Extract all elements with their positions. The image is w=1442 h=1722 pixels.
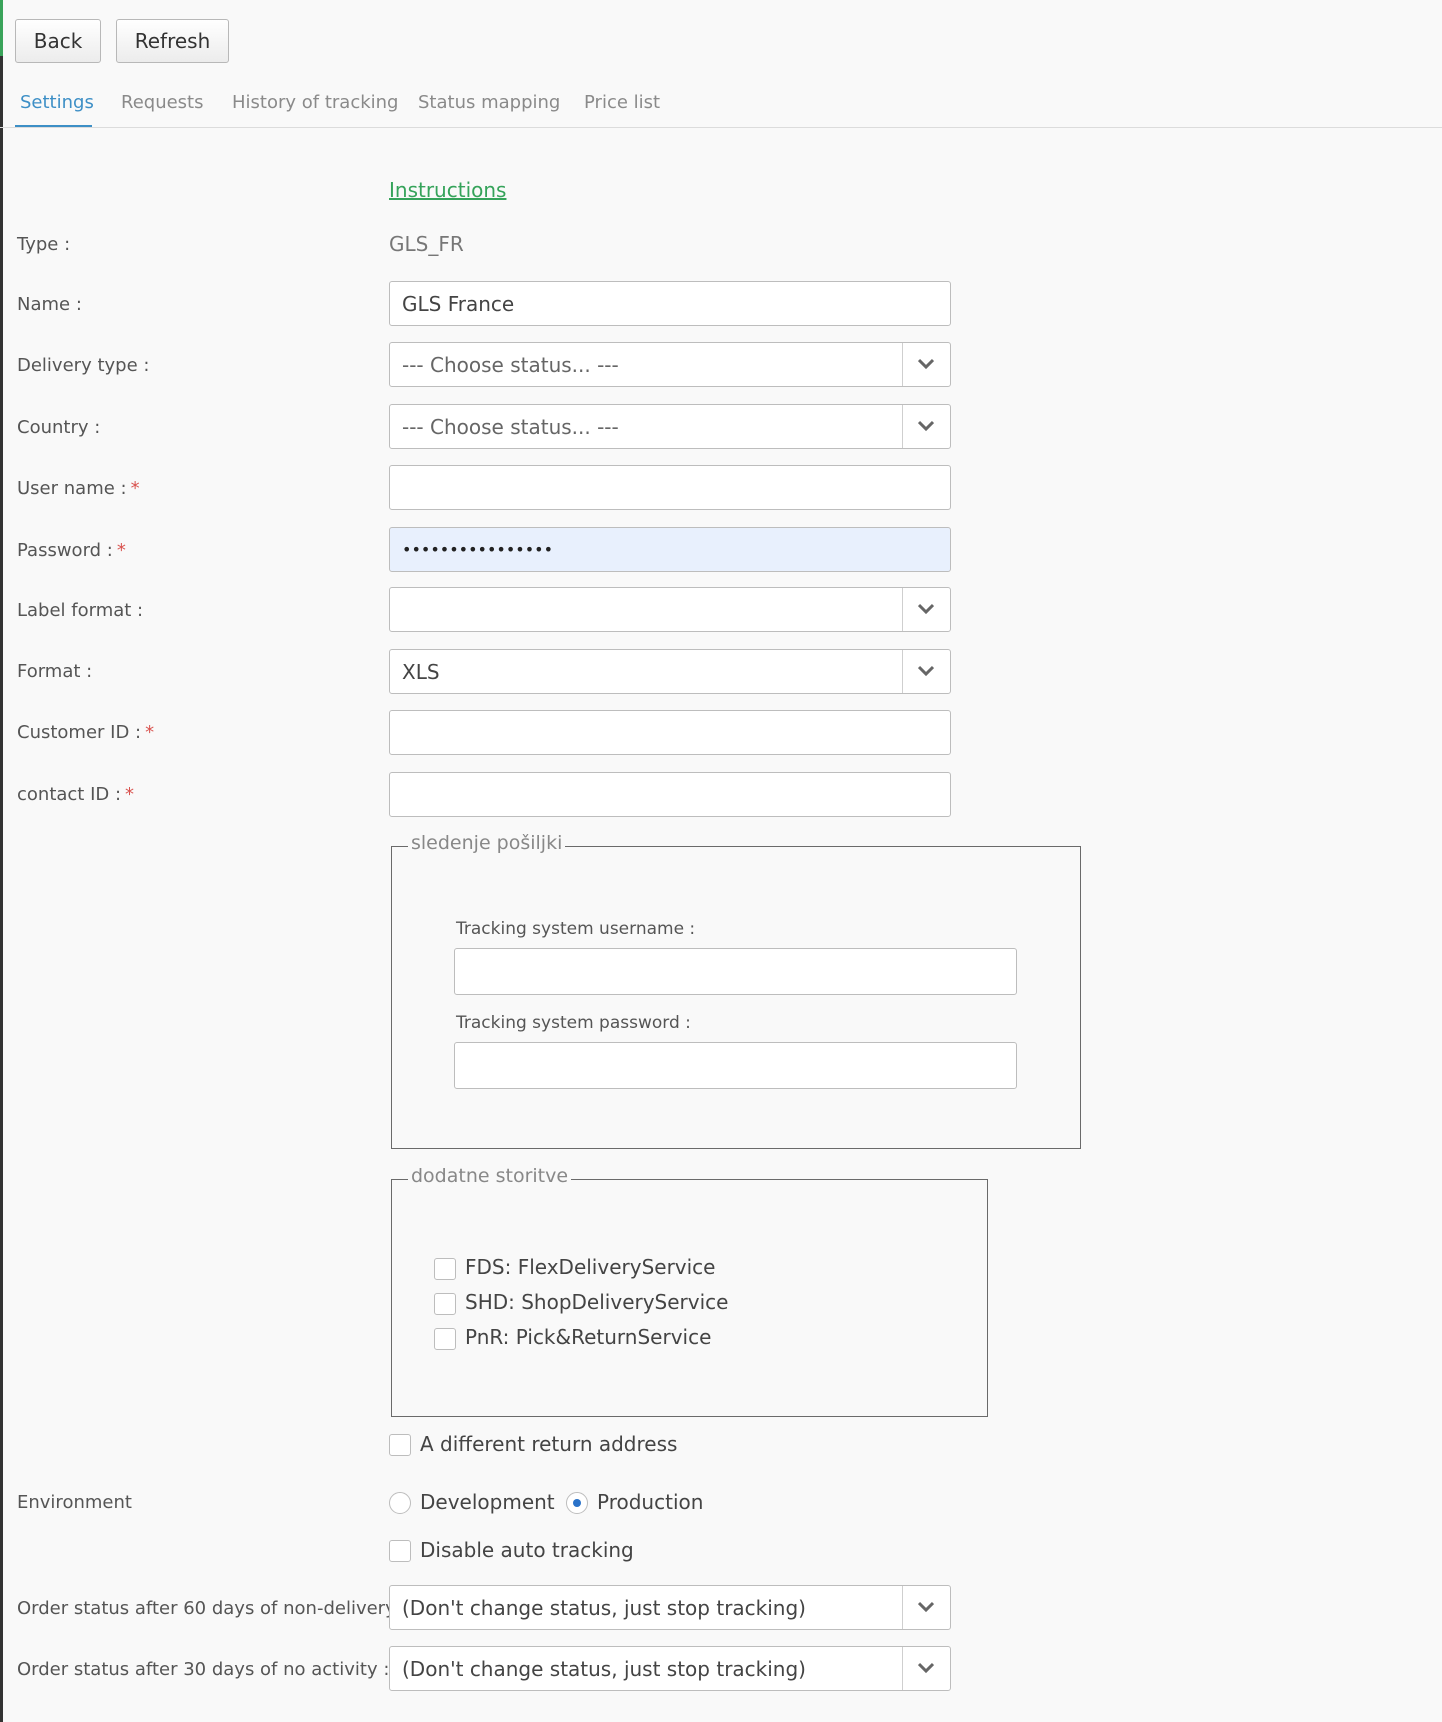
- chevron-down-icon: [918, 1662, 934, 1674]
- required-marker: *: [130, 478, 140, 499]
- password-masked-value: ••••••••••••••••: [402, 540, 553, 559]
- label-format-select[interactable]: [389, 587, 951, 632]
- tab-requests[interactable]: Requests: [121, 92, 204, 113]
- delivery-type-label: Delivery type :: [17, 355, 150, 376]
- tab-price-list[interactable]: Price list: [584, 92, 660, 113]
- customer-id-label-text: Customer ID :: [17, 722, 142, 743]
- environment-label: Environment: [17, 1492, 132, 1513]
- type-label: Type :: [17, 234, 71, 255]
- delivery-type-dropdown-toggle[interactable]: [902, 343, 950, 386]
- status-30-label: Order status after 30 days of no activit…: [17, 1659, 390, 1680]
- tracking-username-input[interactable]: [454, 948, 1017, 995]
- status-30-value: (Don't change status, just stop tracking…: [402, 1657, 806, 1681]
- tracking-fieldset: sledenje pošiljki Tracking system userna…: [391, 832, 1081, 1149]
- contact-id-input[interactable]: [389, 772, 951, 817]
- chevron-down-icon: [918, 665, 934, 677]
- pnr-label: PnR: Pick&ReturnService: [465, 1325, 712, 1349]
- refresh-button[interactable]: Refresh: [116, 19, 229, 63]
- required-marker: *: [125, 784, 135, 805]
- name-input-value: GLS France: [402, 292, 515, 316]
- services-fieldset-legend: dodatne storitve: [408, 1165, 572, 1187]
- tracking-username-label: Tracking system username :: [456, 919, 696, 939]
- required-marker: *: [116, 540, 126, 561]
- required-marker: *: [145, 722, 155, 743]
- country-label: Country :: [17, 417, 101, 438]
- active-tab-indicator: [15, 125, 92, 127]
- disable-auto-tracking-checkbox[interactable]: [389, 1540, 411, 1562]
- contact-id-label: contact ID : *: [17, 784, 134, 805]
- services-fieldset: dodatne storitve FDS: FlexDeliveryServic…: [391, 1165, 988, 1417]
- status-60-dropdown-toggle[interactable]: [902, 1586, 950, 1629]
- delivery-type-select[interactable]: --- Choose status... ---: [389, 342, 951, 387]
- label-format-label: Label format :: [17, 600, 144, 621]
- return-address-label: A different return address: [420, 1432, 678, 1456]
- development-radio[interactable]: [389, 1492, 411, 1514]
- status-30-dropdown-toggle[interactable]: [902, 1647, 950, 1690]
- disable-auto-tracking-label: Disable auto tracking: [420, 1538, 634, 1562]
- return-address-checkbox[interactable]: [389, 1434, 411, 1456]
- chevron-down-icon: [918, 1601, 934, 1613]
- status-60-select[interactable]: (Don't change status, just stop tracking…: [389, 1585, 951, 1630]
- user-name-label-text: User name :: [17, 478, 127, 499]
- status-60-value: (Don't change status, just stop tracking…: [402, 1596, 806, 1620]
- production-radio[interactable]: [566, 1492, 588, 1514]
- back-button[interactable]: Back: [15, 19, 101, 63]
- format-dropdown-toggle[interactable]: [902, 650, 950, 693]
- password-input[interactable]: ••••••••••••••••: [389, 527, 951, 572]
- tab-settings[interactable]: Settings: [20, 92, 94, 113]
- name-label: Name :: [17, 294, 82, 315]
- customer-id-input[interactable]: [389, 710, 951, 755]
- radio-selected-dot: [573, 1499, 581, 1507]
- shd-checkbox[interactable]: [434, 1293, 456, 1315]
- format-value: XLS: [402, 660, 440, 684]
- name-input[interactable]: GLS France: [389, 281, 951, 326]
- tab-status-mapping[interactable]: Status mapping: [418, 92, 560, 113]
- contact-id-label-text: contact ID :: [17, 784, 122, 805]
- tracking-password-label: Tracking system password :: [456, 1013, 691, 1033]
- password-label-text: Password :: [17, 540, 113, 561]
- production-label: Production: [597, 1490, 704, 1514]
- customer-id-label: Customer ID : *: [17, 722, 154, 743]
- user-name-input[interactable]: [389, 465, 951, 510]
- country-dropdown-toggle[interactable]: [902, 405, 950, 448]
- left-border: [0, 0, 3, 1722]
- development-label: Development: [420, 1490, 555, 1514]
- user-name-label: User name : *: [17, 478, 140, 499]
- chevron-down-icon: [918, 603, 934, 615]
- pnr-checkbox[interactable]: [434, 1328, 456, 1350]
- chevron-down-icon: [918, 420, 934, 432]
- tracking-fieldset-legend: sledenje pošiljki: [408, 832, 566, 854]
- chevron-down-icon: [918, 358, 934, 370]
- tab-history-of-tracking[interactable]: History of tracking: [232, 92, 398, 113]
- status-30-select[interactable]: (Don't change status, just stop tracking…: [389, 1646, 951, 1691]
- country-placeholder: --- Choose status... ---: [402, 415, 619, 439]
- format-select[interactable]: XLS: [389, 649, 951, 694]
- tab-bar: Settings Requests History of tracking St…: [0, 82, 1442, 128]
- fds-label: FDS: FlexDeliveryService: [465, 1255, 716, 1279]
- left-accent-bar: [0, 0, 3, 56]
- tracking-password-input[interactable]: [454, 1042, 1017, 1089]
- country-select[interactable]: --- Choose status... ---: [389, 404, 951, 449]
- delivery-type-placeholder: --- Choose status... ---: [402, 353, 619, 377]
- format-label: Format :: [17, 661, 93, 682]
- fds-checkbox[interactable]: [434, 1258, 456, 1280]
- status-60-label: Order status after 60 days of non-delive…: [17, 1598, 408, 1619]
- password-label: Password : *: [17, 540, 126, 561]
- label-format-dropdown-toggle[interactable]: [902, 588, 950, 631]
- shd-label: SHD: ShopDeliveryService: [465, 1290, 729, 1314]
- type-value: GLS_FR: [389, 232, 464, 256]
- instructions-link[interactable]: Instructions: [389, 178, 506, 202]
